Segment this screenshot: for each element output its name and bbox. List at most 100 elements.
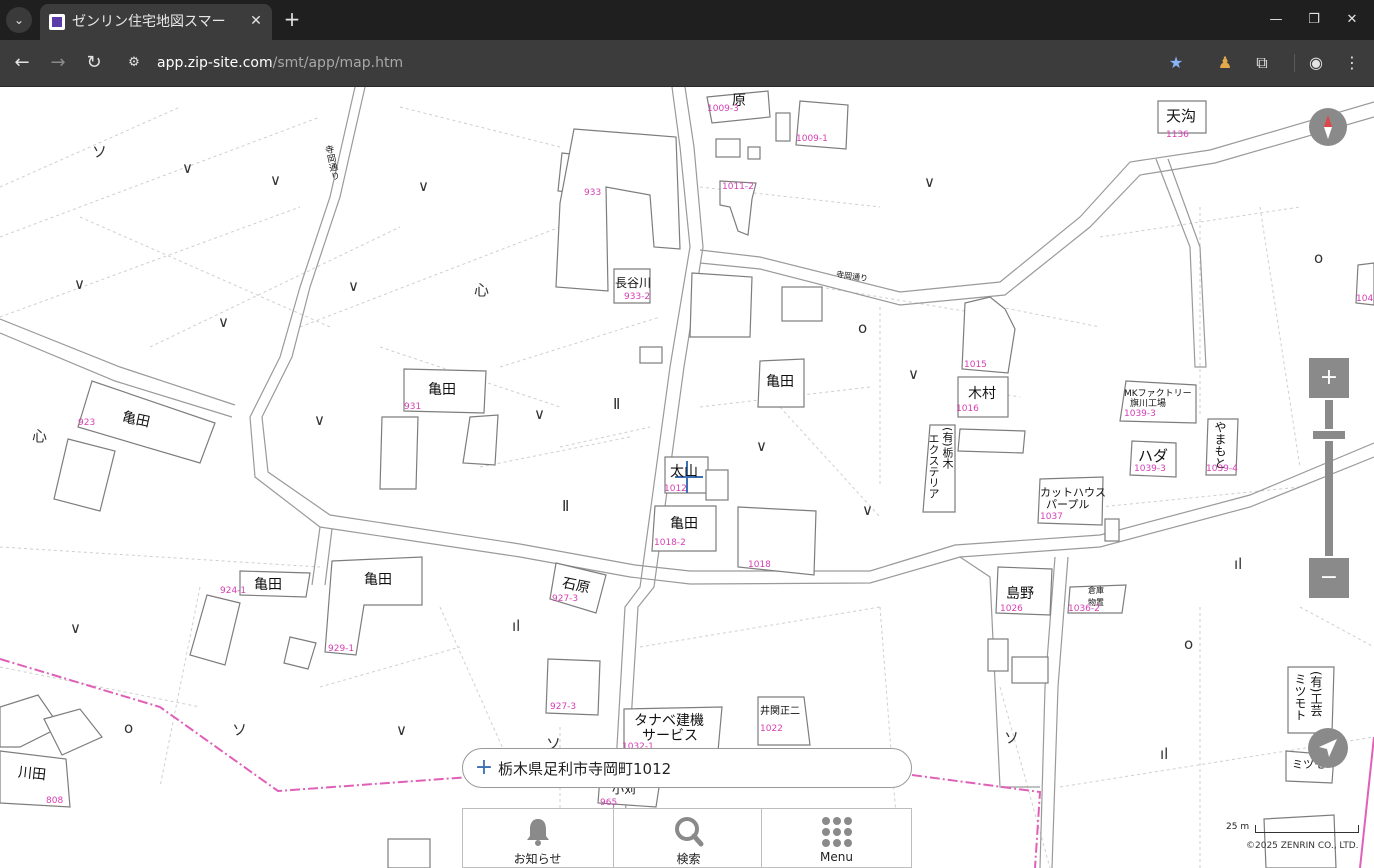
map-symbol-rice: ∨ [924, 173, 935, 191]
building-label: 川田 [17, 764, 47, 784]
building-label-vertical: (有)工芸 [1309, 671, 1323, 717]
tab-close-icon[interactable]: ✕ [246, 11, 266, 31]
lot-number: 1022 [760, 724, 783, 734]
building-label-vertical: (有)栃木 [941, 427, 954, 469]
map-symbol-pole: Ⅱ [562, 497, 570, 515]
lot-number: 1009-1 [796, 134, 828, 144]
lot-number: 1018-2 [654, 538, 686, 548]
new-tab-plus-icon[interactable]: + [281, 8, 303, 30]
lot-number: 1039-3 [1124, 409, 1156, 419]
lot-number: 1018 [748, 560, 771, 570]
building-label: 亀田 [670, 516, 698, 532]
map-symbol-marker: ο [124, 719, 134, 737]
map-symbol-rice: ∨ [348, 277, 359, 295]
browser-menu-kebab-icon[interactable]: ⋮ [1341, 52, 1363, 74]
window-close-icon[interactable]: ✕ [1340, 8, 1364, 32]
map-symbol-field: ソ [92, 143, 108, 161]
map-symbol-field: ソ [232, 721, 248, 739]
map-symbol-rice: ∨ [314, 411, 325, 429]
lot-number: 1009-3 [707, 104, 739, 114]
building-label: 天沟 [1166, 107, 1197, 125]
url-host: app.zip-site.com [157, 55, 273, 71]
browser-toolbar: ← → ↻ ⚙ app.zip-site.com/smt/app/map.htm… [0, 40, 1374, 87]
minimize-icon[interactable]: — [1264, 8, 1288, 32]
menu-button[interactable]: Menu [761, 809, 910, 868]
forward-arrow-icon[interactable]: → [46, 51, 70, 75]
map-symbol-rice: ∨ [270, 171, 281, 189]
lot-number: 1046 [1356, 294, 1374, 304]
lot-number: 965 [600, 798, 618, 808]
restore-icon[interactable]: ❐ [1302, 8, 1326, 32]
building-label-vertical: ミツモト [1293, 673, 1307, 721]
residential-map[interactable]: ソ ∨ ∨ ∨ ∨ ∨ ∨ 心 心 ∨ ∨ Ⅱ Ⅱ ∨ ο ∨ ∨ ∨ ο ıl… [0, 87, 1374, 868]
map-symbol-mark: 心 [474, 281, 490, 299]
search-label: 検索 [676, 852, 701, 866]
extension-agent-icon[interactable]: ♟ [1214, 52, 1236, 74]
zenrin-favicon-icon [49, 14, 65, 30]
current-address: 栃木県足利市寺岡町1012 [498, 760, 672, 778]
bookmark-star-icon[interactable]: ★ [1165, 52, 1187, 74]
lot-number: 931 [404, 402, 422, 412]
tab-title: ゼンリン住宅地図スマー [72, 14, 226, 30]
search-button[interactable]: 検索 [613, 809, 762, 868]
zoom-slider-track[interactable] [1325, 400, 1333, 556]
map-symbol-rice: ∨ [418, 177, 429, 195]
lot-number: 1037 [1040, 512, 1063, 522]
lot-number: 1039-4 [1206, 464, 1238, 474]
lot-number: 1011-2 [722, 182, 754, 192]
active-tab[interactable]: ゼンリン住宅地図スマー ✕ [40, 4, 272, 40]
extensions-puzzle-icon[interactable]: ⧉ [1251, 52, 1273, 74]
lot-number: 1039-3 [1134, 464, 1166, 474]
zoom-out-button[interactable]: − [1309, 558, 1349, 598]
search-icon [675, 817, 704, 847]
map-symbol-grass: ıl [512, 617, 521, 635]
building-label: MKファクトリー [1124, 389, 1192, 399]
building-label: 長谷川 [615, 276, 652, 290]
map-symbol-mark: 心 [32, 427, 48, 445]
bell-icon [527, 819, 549, 846]
building-label-vertical: エクステリア [927, 433, 940, 499]
building-label: タナベ建機 [634, 713, 704, 729]
lot-number: 1026 [1000, 604, 1023, 614]
building-label: 井関正二 [760, 706, 800, 717]
building-label: 木村 [968, 386, 996, 402]
notifications-button[interactable]: お知らせ [463, 809, 612, 868]
building-label: サービス [642, 728, 698, 744]
lot-number: 933-2 [624, 292, 651, 302]
map-scale: 25 m [1226, 822, 1360, 836]
map-symbol-marker: ο [1314, 249, 1324, 267]
tab-search-chevron-icon[interactable]: ⌄ [6, 7, 32, 33]
map-symbol-grass: ıl [1160, 745, 1169, 763]
scale-bar [1255, 825, 1359, 833]
compass-north-icon[interactable] [1309, 108, 1347, 146]
tab-strip: ⌄ ゼンリン住宅地図スマー ✕ + — ❐ ✕ [0, 0, 1374, 40]
map-symbol-rice: ∨ [182, 159, 193, 177]
reload-icon[interactable]: ↻ [82, 51, 106, 75]
notifications-label: お知らせ [513, 852, 562, 866]
lot-number: 923 [78, 418, 96, 428]
current-location-icon[interactable] [1308, 728, 1348, 768]
site-settings-icon[interactable]: ⚙ [124, 53, 144, 73]
plus-icon[interactable]: + [473, 757, 495, 779]
map-symbol-rice: ∨ [74, 275, 85, 293]
address-search-bar[interactable]: + 栃木県足利市寺岡町1012 [462, 748, 912, 788]
lot-number: 1015 [964, 360, 987, 370]
url-path: /smt/app/map.htm [272, 55, 404, 71]
map-symbol-pole: Ⅱ [613, 395, 621, 413]
map-symbol-grass: ıl [1234, 555, 1243, 573]
profile-avatar-icon[interactable]: ◉ [1305, 52, 1327, 74]
zoom-slider-handle[interactable] [1311, 429, 1347, 441]
address-url[interactable]: app.zip-site.com/smt/app/map.htm [157, 52, 403, 74]
zoom-in-button[interactable]: + [1309, 358, 1349, 398]
building-label-vertical: やまもと [1213, 421, 1227, 469]
lot-number: 808 [46, 796, 64, 806]
small-building-label: 倉庫 [1088, 586, 1104, 595]
building-label: 亀田 [766, 374, 794, 390]
back-arrow-icon[interactable]: ← [10, 51, 34, 75]
map-symbol-rice: ∨ [862, 501, 873, 519]
bottom-menu: お知らせ 検索 Menu [462, 808, 912, 868]
grid-icon [822, 817, 852, 847]
map-symbol-rice: ∨ [534, 405, 545, 423]
scale-label: 25 m [1226, 822, 1250, 832]
building-label: 島野 [1006, 586, 1034, 602]
